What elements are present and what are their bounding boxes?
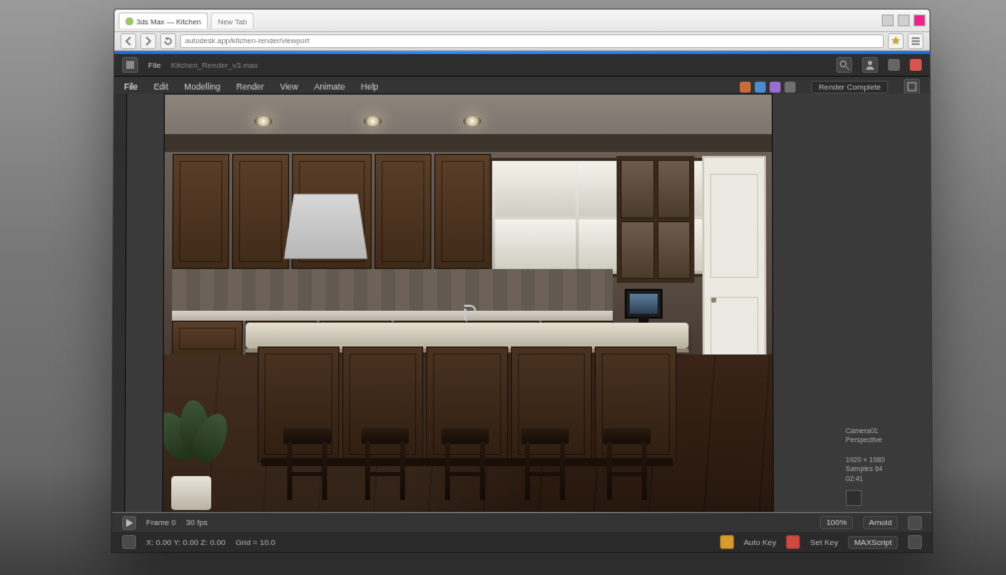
app-window: 3ds Max — Kitchen New Tab autodesk.app/k… — [112, 10, 932, 552]
viewport-max-icon[interactable] — [904, 79, 920, 95]
settings-icon[interactable] — [785, 81, 796, 92]
menu-button[interactable] — [908, 33, 924, 49]
frame-label: Frame 0 — [146, 518, 176, 527]
autokey-label: Auto Key — [744, 538, 776, 547]
material-icon[interactable] — [755, 81, 766, 92]
time-label: 02:41 — [846, 475, 926, 484]
ceiling-light-icon — [254, 116, 272, 126]
setkey-label: Set Key — [810, 538, 838, 547]
maximize-button[interactable] — [898, 15, 910, 27]
play-icon[interactable] — [122, 516, 136, 530]
samples-label: Samples 64 — [846, 465, 926, 474]
menu-modelling[interactable]: Modelling — [184, 82, 220, 92]
minimize-button[interactable] — [882, 15, 894, 27]
search-icon[interactable] — [836, 57, 852, 73]
app-file-label: File — [148, 60, 161, 69]
ceiling-light-icon — [463, 116, 481, 126]
close-app-button[interactable] — [910, 59, 922, 71]
toolbar-icons — [740, 81, 796, 92]
tab-label: New Tab — [218, 17, 247, 26]
forward-button[interactable] — [140, 33, 156, 49]
menu-edit[interactable]: Edit — [154, 82, 169, 92]
info-panel: Camera01 Perspective 1920 × 1080 Samples… — [838, 94, 932, 512]
render-image — [163, 95, 773, 512]
bar-stool — [359, 426, 411, 500]
zoom-chip[interactable]: 100% — [820, 516, 853, 529]
tab-label: 3ds Max — Kitchen — [136, 17, 201, 26]
close-button[interactable] — [914, 15, 926, 27]
script-icon[interactable] — [122, 535, 136, 549]
status-bar: X: 0.00 Y: 0.00 Z: 0.00 Grid = 10.0 Auto… — [112, 532, 932, 552]
bar-stool — [281, 426, 333, 500]
snap-icon[interactable] — [770, 81, 781, 92]
user-icon[interactable] — [862, 57, 878, 73]
favicon-icon — [125, 17, 133, 25]
app-menu-button[interactable] — [122, 57, 138, 73]
range-hood — [284, 194, 368, 259]
document-title: Kitchen_Render_v3.max — [171, 60, 258, 69]
glass-cabinet — [617, 156, 695, 283]
plant — [162, 400, 227, 510]
menu-animate[interactable]: Animate — [314, 82, 345, 92]
view-mode-label: Perspective — [846, 436, 926, 445]
autokey-button[interactable] — [720, 535, 734, 549]
viewport[interactable] — [162, 94, 774, 513]
window-controls — [882, 15, 926, 27]
fps-label: 30 fps — [186, 518, 208, 527]
notification-icon[interactable] — [888, 59, 900, 71]
layers-icon[interactable] — [740, 81, 751, 92]
workspace: Camera01 Perspective 1920 × 1080 Samples… — [112, 94, 932, 552]
ceiling-light-icon — [364, 116, 382, 126]
renderer-chip[interactable]: Arnold — [863, 516, 898, 529]
address-bar[interactable]: autodesk.app/kitchen-render/viewport — [180, 34, 884, 48]
browser-titlebar: 3ds Max — Kitchen New Tab — [114, 10, 929, 33]
bar-stool — [601, 426, 653, 500]
bar-stool — [439, 426, 491, 500]
menu-render[interactable]: Render — [236, 82, 264, 92]
isolate-icon[interactable] — [908, 535, 922, 549]
thumbnail-icon[interactable] — [846, 490, 862, 506]
maxscript-chip[interactable]: MAXScript — [848, 536, 898, 549]
faucet-icon — [457, 309, 473, 325]
render-status: Render Complete — [812, 80, 888, 93]
left-gutter — [112, 94, 127, 512]
menu-file[interactable]: File — [124, 82, 138, 92]
browser-tab-1[interactable]: 3ds Max — Kitchen — [118, 13, 208, 29]
menu-help[interactable]: Help — [361, 82, 378, 92]
bookmark-button[interactable] — [888, 33, 904, 49]
browser-toolbar: autodesk.app/kitchen-render/viewport — [114, 32, 929, 51]
app-titlebar: File Kitchen_Render_v3.max — [114, 54, 929, 77]
setkey-button[interactable] — [786, 535, 800, 549]
counter-monitor — [625, 289, 663, 319]
browser-tab-2[interactable]: New Tab — [211, 13, 254, 29]
expand-icon[interactable] — [908, 516, 922, 530]
grid-label: Grid = 10.0 — [235, 538, 275, 547]
camera-label: Camera01 — [846, 427, 926, 436]
reload-button[interactable] — [160, 33, 176, 49]
resolution-label: 1920 × 1080 — [846, 456, 926, 465]
coords-label: X: 0.00 Y: 0.00 Z: 0.00 — [146, 538, 225, 547]
bar-stool — [519, 426, 571, 500]
back-button[interactable] — [120, 33, 136, 49]
browser-tabs: 3ds Max — Kitchen New Tab — [118, 13, 877, 29]
status-footer: Frame 0 30 fps 100% Arnold X: 0.00 Y: 0.… — [112, 512, 932, 552]
menu-view[interactable]: View — [280, 82, 298, 92]
timeline-bar: Frame 0 30 fps 100% Arnold — [112, 513, 932, 532]
